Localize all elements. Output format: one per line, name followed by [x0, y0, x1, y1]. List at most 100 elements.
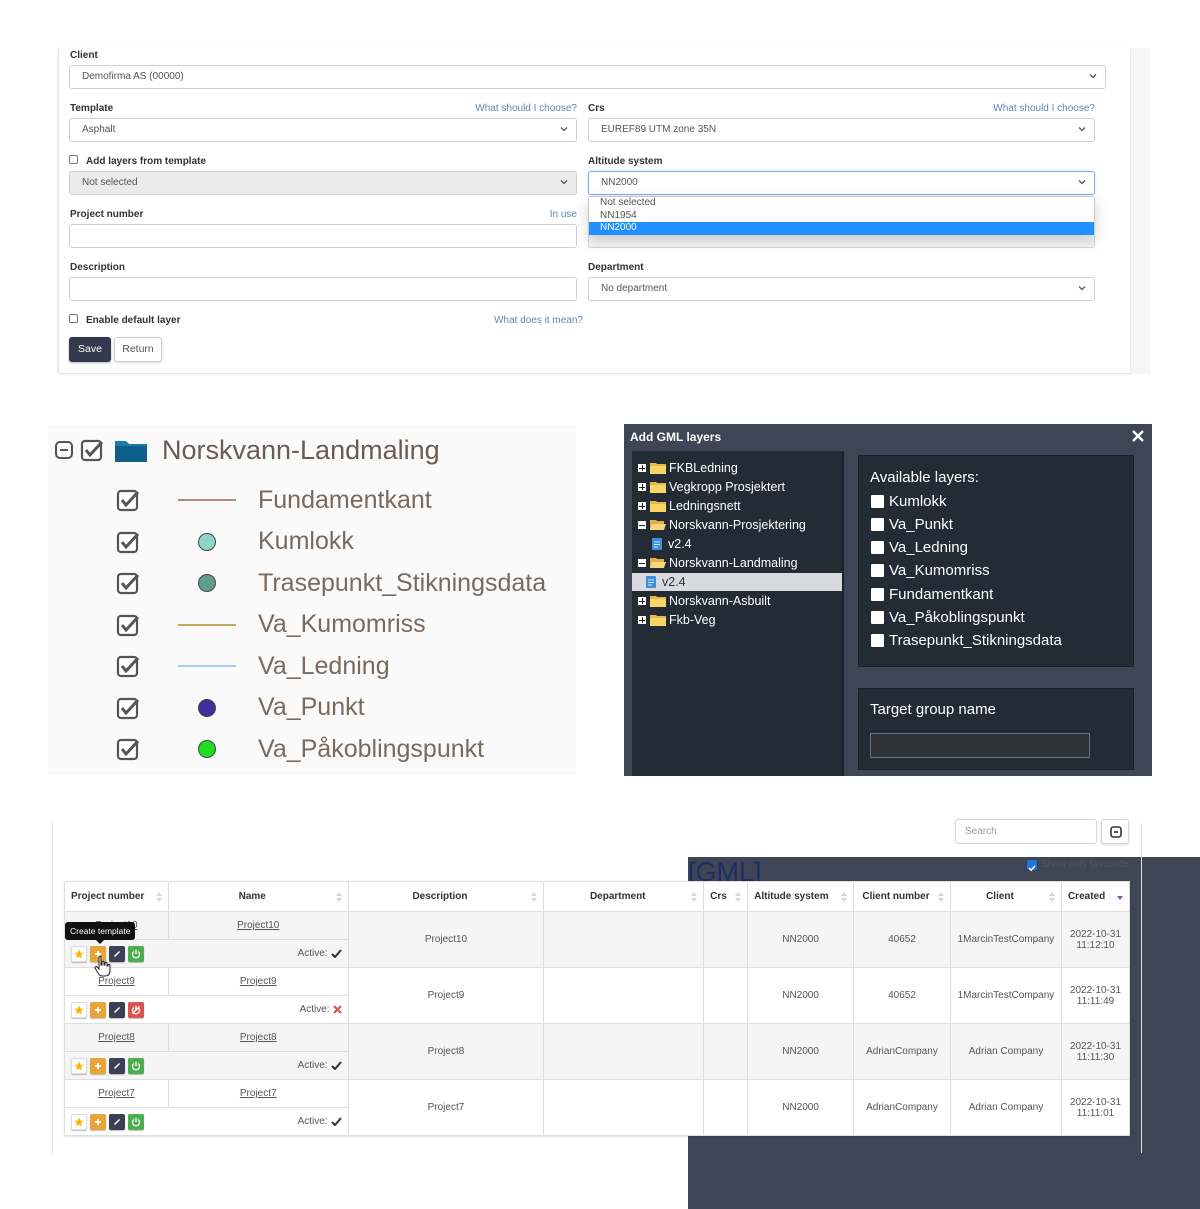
- description-input[interactable]: [69, 277, 577, 301]
- expand-icon[interactable]: [638, 597, 646, 605]
- favourite-button[interactable]: [71, 1058, 87, 1074]
- altitude-system-select[interactable]: NN2000: [588, 171, 1095, 195]
- available-layer-item[interactable]: Va_Påkoblingspunkt: [871, 608, 1025, 628]
- create-template-button[interactable]: [90, 1058, 106, 1074]
- checkbox-checked-icon[interactable]: [116, 488, 140, 512]
- dropdown-option[interactable]: NN1954: [589, 210, 1094, 223]
- project-number-link[interactable]: Project8: [98, 1032, 135, 1043]
- tree-folder[interactable]: Ledningsnett: [638, 497, 741, 515]
- checkbox-checked-icon[interactable]: [116, 613, 140, 637]
- tree-folder[interactable]: Norskvann-Landmaling: [638, 554, 798, 572]
- checkbox-checked-icon[interactable]: [116, 737, 140, 761]
- layer-checkbox[interactable]: [871, 494, 884, 508]
- client-select[interactable]: Demofirma AS (00000): [69, 65, 1106, 89]
- collapse-icon[interactable]: [54, 439, 76, 461]
- layer-checkbox[interactable]: [871, 587, 884, 601]
- sort-icon[interactable]: [691, 892, 698, 902]
- target-group-input[interactable]: [870, 733, 1090, 758]
- tree-folder[interactable]: Fkb-Veg: [638, 611, 716, 629]
- layer-checkbox[interactable]: [871, 634, 884, 648]
- favourite-button[interactable]: [71, 946, 87, 962]
- template-help-link[interactable]: What should I choose?: [440, 103, 577, 114]
- tree-file[interactable]: v2.4: [638, 535, 692, 553]
- activate-button[interactable]: [128, 1002, 144, 1018]
- sort-icon[interactable]: [155, 892, 162, 902]
- create-template-button[interactable]: [90, 1002, 106, 1018]
- add-layers-checkbox[interactable]: [69, 155, 78, 164]
- enable-default-layer-checkbox[interactable]: [69, 314, 78, 323]
- collapse-icon[interactable]: [638, 559, 646, 567]
- checkbox-checked-icon[interactable]: [116, 530, 140, 554]
- project-name-link[interactable]: Project9: [240, 976, 277, 987]
- crs-select[interactable]: EUREF89 UTM zone 35N: [588, 118, 1095, 142]
- show-only-favourite-checkbox[interactable]: [1027, 860, 1037, 872]
- project-name-link[interactable]: Project7: [240, 1088, 277, 1099]
- dropdown-option[interactable]: Not selected: [589, 197, 1094, 210]
- sort-icon[interactable]: [841, 892, 848, 902]
- expand-icon[interactable]: [638, 502, 646, 510]
- create-template-button[interactable]: [90, 1114, 106, 1130]
- column-header[interactable]: Created: [1060, 881, 1131, 912]
- checkbox-checked-icon[interactable]: [116, 654, 140, 678]
- sort-desc-icon[interactable]: [1117, 892, 1123, 902]
- deactivate-button[interactable]: [128, 1058, 144, 1074]
- tree-folder[interactable]: Norskvann-Asbuilt: [638, 592, 770, 610]
- sort-icon[interactable]: [735, 892, 742, 902]
- crs-help-link[interactable]: What should I choose?: [958, 103, 1095, 114]
- save-button[interactable]: Save: [69, 337, 111, 362]
- column-header[interactable]: Crs: [703, 881, 749, 912]
- tree-file[interactable]: v2.4: [632, 573, 842, 591]
- project-number-input[interactable]: [69, 224, 577, 248]
- template-select[interactable]: Asphalt: [69, 118, 577, 142]
- edit-button[interactable]: [109, 1114, 125, 1130]
- department-select[interactable]: No department: [588, 277, 1095, 301]
- project-number-status-link[interactable]: In use: [500, 209, 577, 220]
- expand-icon[interactable]: [638, 616, 646, 624]
- column-header[interactable]: Client number: [853, 881, 951, 912]
- edit-button[interactable]: [109, 1058, 125, 1074]
- sort-icon[interactable]: [1048, 892, 1055, 902]
- sort-icon[interactable]: [531, 892, 538, 902]
- available-layer-item[interactable]: Va_Punkt: [871, 514, 953, 534]
- dropdown-option-selected[interactable]: NN2000: [589, 222, 1094, 235]
- expand-icon[interactable]: [638, 483, 646, 491]
- sort-icon[interactable]: [937, 892, 944, 902]
- edit-button[interactable]: [109, 1002, 125, 1018]
- column-header[interactable]: Department: [543, 881, 705, 912]
- layer-checkbox[interactable]: [871, 611, 884, 624]
- deactivate-button[interactable]: [128, 946, 144, 962]
- project-number-link[interactable]: Project7: [98, 1088, 135, 1099]
- favourite-button[interactable]: [71, 1002, 87, 1018]
- layer-checkbox[interactable]: [871, 541, 884, 555]
- column-header[interactable]: Project number: [64, 881, 169, 912]
- expand-icon[interactable]: [638, 464, 646, 472]
- available-layer-item[interactable]: Va_Ledning: [871, 538, 968, 558]
- tree-folder[interactable]: Vegkropp Prosjektert: [638, 478, 785, 496]
- available-layer-item[interactable]: Fundamentkant: [871, 584, 993, 604]
- layer-checkbox[interactable]: [871, 564, 884, 578]
- search-input[interactable]: Search: [955, 819, 1097, 844]
- tree-folder[interactable]: FKBLedning: [638, 459, 738, 477]
- available-layer-item[interactable]: Kumlokk: [871, 491, 947, 511]
- checkbox-checked-icon[interactable]: [80, 438, 104, 462]
- return-button[interactable]: Return: [114, 337, 162, 362]
- collapse-icon[interactable]: [638, 521, 646, 529]
- column-header[interactable]: Name: [167, 881, 349, 912]
- column-header[interactable]: Client: [949, 881, 1062, 912]
- column-header[interactable]: Altitude system: [747, 881, 855, 912]
- column-header[interactable]: Description: [347, 881, 545, 912]
- search-options-button[interactable]: [1101, 819, 1129, 844]
- checkbox-checked-icon[interactable]: [116, 571, 140, 595]
- project-name-link[interactable]: Project8: [240, 1032, 277, 1043]
- deactivate-button[interactable]: [128, 1114, 144, 1130]
- close-icon[interactable]: [1130, 428, 1146, 444]
- layer-checkbox[interactable]: [871, 517, 884, 531]
- available-layer-item[interactable]: Va_Kumomriss: [871, 561, 990, 581]
- sort-icon[interactable]: [335, 892, 342, 902]
- default-layer-help-link[interactable]: What does it mean?: [460, 315, 583, 326]
- favourite-button[interactable]: [71, 1114, 87, 1130]
- project-number-link[interactable]: Project9: [98, 976, 135, 987]
- project-name-link[interactable]: Project10: [237, 920, 279, 931]
- tree-folder[interactable]: Norskvann-Prosjektering: [638, 516, 806, 534]
- available-layer-item[interactable]: Trasepunkt_Stikningsdata: [871, 631, 1062, 651]
